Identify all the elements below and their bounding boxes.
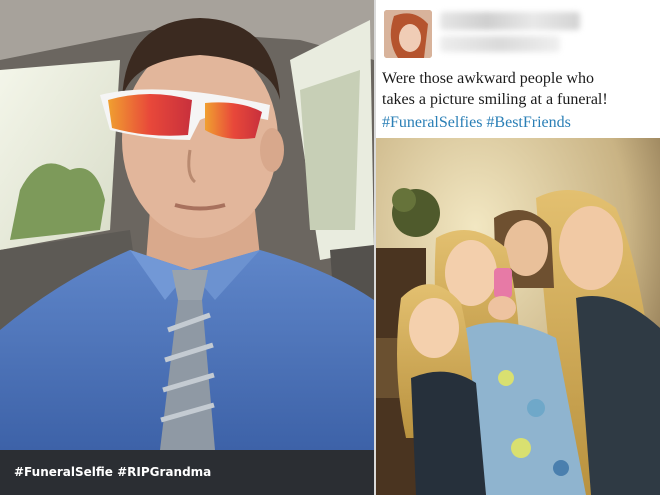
tweet-panel: Were those awkward people who takes a pi…: [376, 0, 660, 495]
car-selfie-photo: [0, 0, 374, 450]
hashtag-link[interactable]: #FuneralSelfies: [382, 114, 482, 131]
user-avatar[interactable]: [384, 10, 432, 58]
tweet-hashtags: #FuneralSelfies #BestFriends: [382, 112, 575, 133]
left-selfie-panel: #FuneralSelfie #RIPGrandma: [0, 0, 374, 495]
tweet-text: Were those awkward people who takes a pi…: [382, 68, 658, 110]
group-selfie-photo: [376, 138, 660, 495]
blurred-username: [440, 12, 580, 30]
tweet-text-line-1: Were those awkward people who: [382, 70, 594, 87]
tweet-header: [376, 0, 660, 64]
tweet-text-line-2: takes a picture smiling at a funeral!: [382, 91, 608, 108]
blurred-handle: [440, 36, 560, 52]
hashtag-link[interactable]: #BestFriends: [486, 114, 570, 131]
selfie-caption: #FuneralSelfie #RIPGrandma: [0, 450, 374, 495]
